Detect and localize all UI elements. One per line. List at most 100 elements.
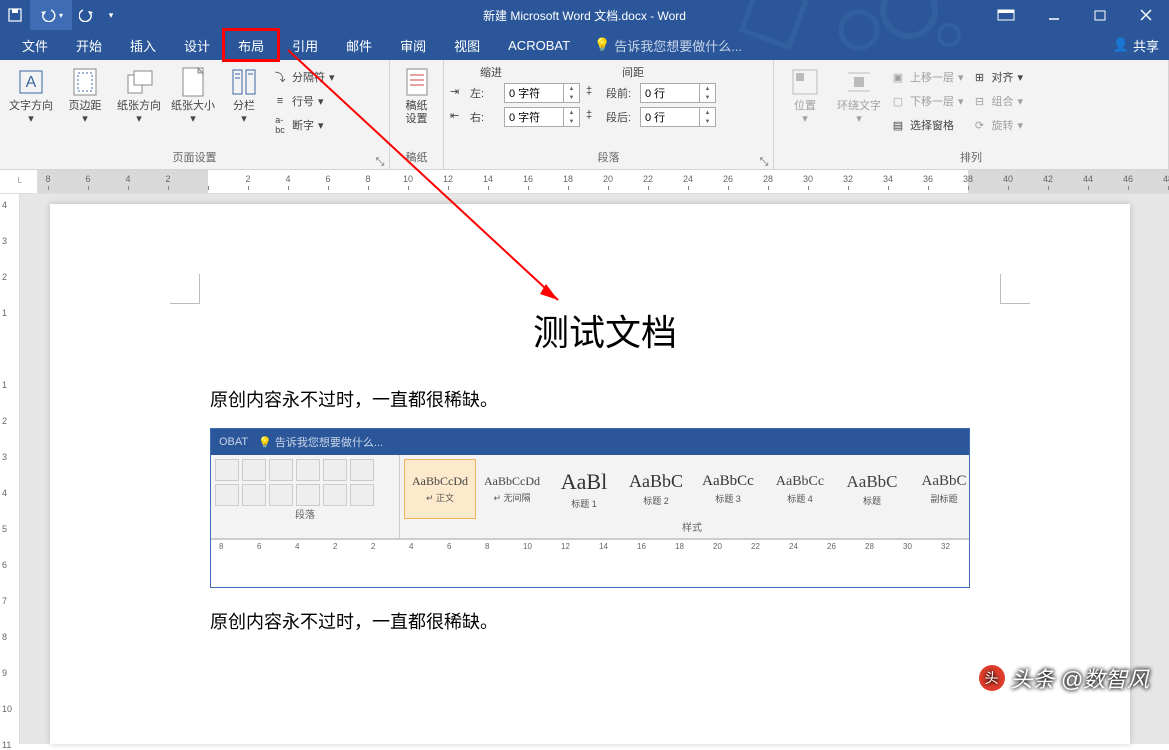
bulb-icon: 💡 [594, 37, 610, 53]
group-page-setup: A 文字方向▾ 页边距▾ 纸张方向▾ 纸张大小▾ 分栏▾ ⤵分隔符 ▾ ≡行 [0, 60, 390, 169]
manuscript-settings-button[interactable]: 稿纸 设置 [396, 64, 437, 126]
tab-design[interactable]: 设计 [170, 30, 224, 60]
undo-button[interactable]: ▾ [30, 0, 72, 30]
embed-style-item[interactable]: AaBbCc标题 3 [692, 459, 764, 519]
manuscript-icon [401, 66, 433, 98]
group-manuscript: 稿纸 设置 稿纸 [390, 60, 444, 169]
wrap-text-button[interactable]: 环绕文字▾ [834, 64, 884, 126]
vertical-ruler[interactable]: 43211234567891011 [0, 194, 20, 744]
watermark: 头 头条 @数智风 [979, 662, 1149, 694]
send-backward-button[interactable]: ▢下移一层 ▾ [888, 90, 966, 112]
tab-view[interactable]: 视图 [440, 30, 494, 60]
embed-titlebar: OBAT 💡 告诉我您想要做什么... [211, 429, 969, 455]
tab-home[interactable]: 开始 [62, 30, 116, 60]
group-arrange: 位置▾ 环绕文字▾ ▣上移一层 ▾ ▢下移一层 ▾ ▤选择窗格 ⊞对齐 ▾ ⊟组… [774, 60, 1169, 169]
embed-style-item[interactable]: AaBbC标题 [836, 459, 908, 519]
text-direction-icon: A [15, 66, 47, 98]
columns-icon [228, 66, 260, 98]
tab-acrobat[interactable]: ACROBAT [494, 30, 584, 60]
space-after-icon: ‡ [586, 109, 602, 125]
columns-button[interactable]: 分栏▾ [222, 64, 266, 126]
embed-styles-gallery: AaBbCcDd↵ 正文AaBbCcDd↵ 无间隔AaBl标题 1AaBbC标题… [404, 459, 970, 519]
tab-layout[interactable]: 布局 [224, 30, 278, 60]
save-button[interactable] [0, 0, 30, 30]
maximize-button[interactable] [1077, 0, 1123, 30]
space-after-input[interactable]: ▲▼ [640, 107, 716, 127]
margins-button[interactable]: 页边距▾ [60, 64, 110, 126]
redo-button[interactable] [72, 0, 102, 30]
align-icon: ⊞ [972, 69, 988, 85]
paragraph-launcher[interactable]: ⤡ [757, 153, 771, 167]
watermark-logo-icon: 头 [979, 665, 1005, 691]
ribbon: A 文字方向▾ 页边距▾ 纸张方向▾ 纸张大小▾ 分栏▾ ⤵分隔符 ▾ ≡行 [0, 60, 1169, 170]
space-before-input[interactable]: ▲▼ [640, 83, 716, 103]
tab-references[interactable]: 引用 [278, 30, 332, 60]
margin-corner-tr [1000, 274, 1030, 304]
ribbon-tabs: 文件 开始 插入 设计 布局 引用 邮件 审阅 视图 ACROBAT 💡告诉我您… [0, 30, 1169, 60]
qat-customize-button[interactable]: ▾ [102, 0, 120, 30]
embed-style-item[interactable]: AaBl标题 1 [548, 459, 620, 519]
orientation-icon [123, 66, 155, 98]
page[interactable]: 测试文档 原创内容永不过时，一直都很稀缺。 OBAT 💡 告诉我您想要做什么..… [50, 204, 1130, 744]
align-button[interactable]: ⊞对齐 ▾ [970, 66, 1026, 88]
breaks-icon: ⤵ [272, 69, 288, 85]
send-backward-icon: ▢ [890, 93, 906, 109]
hyphenation-button[interactable]: a-bc断字 ▾ [270, 114, 337, 136]
breaks-button[interactable]: ⤵分隔符 ▾ [270, 66, 337, 88]
size-button[interactable]: 纸张大小▾ [168, 64, 218, 126]
horizontal-ruler[interactable]: 8642246810121416182022242628303234363840… [38, 170, 1169, 193]
embed-ruler: 8642246810121416182022242628303234363840 [211, 539, 969, 559]
doc-heading[interactable]: 测试文档 [210, 304, 1000, 356]
doc-para-1[interactable]: 原创内容永不过时，一直都很稀缺。 [210, 386, 1000, 412]
selection-pane-button[interactable]: ▤选择窗格 [888, 114, 966, 136]
text-direction-button[interactable]: A 文字方向▾ [6, 64, 56, 126]
bring-forward-icon: ▣ [890, 69, 906, 85]
embedded-image[interactable]: OBAT 💡 告诉我您想要做什么... 段落 AaBbCcDd↵ 正文AaBbC… [210, 428, 970, 588]
embed-style-item[interactable]: AaBbCcDd↵ 正文 [404, 459, 476, 519]
title-bar: ▾ ▾ 新建 Microsoft Word 文档.docx - Word [0, 0, 1169, 30]
orientation-button[interactable]: 纸张方向▾ [114, 64, 164, 126]
quick-access-toolbar: ▾ ▾ [0, 0, 120, 30]
line-numbers-icon: ≡ [272, 93, 288, 109]
page-setup-launcher[interactable]: ⤡ [373, 153, 387, 167]
margin-corner-tl [170, 274, 200, 304]
bring-forward-button[interactable]: ▣上移一层 ▾ [888, 66, 966, 88]
size-icon [177, 66, 209, 98]
indent-right-input[interactable]: ▲▼ [504, 107, 580, 127]
tell-me[interactable]: 💡告诉我您想要做什么... [594, 36, 742, 55]
embed-style-item[interactable]: AaBbC标题 2 [620, 459, 692, 519]
svg-text:A: A [26, 74, 37, 91]
embed-style-item[interactable]: AaBbCcDd↵ 无间隔 [476, 459, 548, 519]
minimize-button[interactable] [1031, 0, 1077, 30]
person-icon: 👤 [1113, 37, 1129, 53]
ruler-row: └ 86422468101214161820222426283032343638… [0, 170, 1169, 194]
embed-tab: OBAT [219, 436, 248, 448]
doc-para-2[interactable]: 原创内容永不过时，一直都很稀缺。 [210, 608, 1000, 634]
group-button[interactable]: ⊟组合 ▾ [970, 90, 1026, 112]
embed-paragraph-buttons [215, 459, 395, 506]
hyphenation-icon: a-bc [272, 117, 288, 133]
indent-left-icon: ⇥ [450, 85, 466, 101]
ribbon-options-button[interactable] [981, 0, 1031, 30]
tab-mailings[interactable]: 邮件 [332, 30, 386, 60]
wrap-icon [843, 66, 875, 98]
group-paragraph: 缩进间距 ⇥左: ▲▼ ‡段前: ▲▼ ⇤右: ▲▼ ‡段后: ▲▼ 段落⤡ [444, 60, 774, 169]
tab-insert[interactable]: 插入 [116, 30, 170, 60]
close-button[interactable] [1123, 0, 1169, 30]
indent-right-icon: ⇤ [450, 109, 466, 125]
group-icon: ⊟ [972, 93, 988, 109]
position-icon [789, 66, 821, 98]
rotate-button[interactable]: ⟳旋转 ▾ [970, 114, 1026, 136]
tab-selector[interactable]: └ [0, 170, 38, 193]
position-button[interactable]: 位置▾ [780, 64, 830, 126]
embed-style-item[interactable]: AaBbC副标题 [908, 459, 970, 519]
embed-style-item[interactable]: AaBbCc标题 4 [764, 459, 836, 519]
indent-left-input[interactable]: ▲▼ [504, 83, 580, 103]
rotate-icon: ⟳ [972, 117, 988, 133]
tab-review[interactable]: 审阅 [386, 30, 440, 60]
window-title: 新建 Microsoft Word 文档.docx - Word [483, 7, 686, 24]
share-button[interactable]: 👤共享 [1113, 36, 1159, 55]
line-numbers-button[interactable]: ≡行号 ▾ [270, 90, 337, 112]
window-controls [981, 0, 1169, 30]
tab-file[interactable]: 文件 [8, 30, 62, 60]
